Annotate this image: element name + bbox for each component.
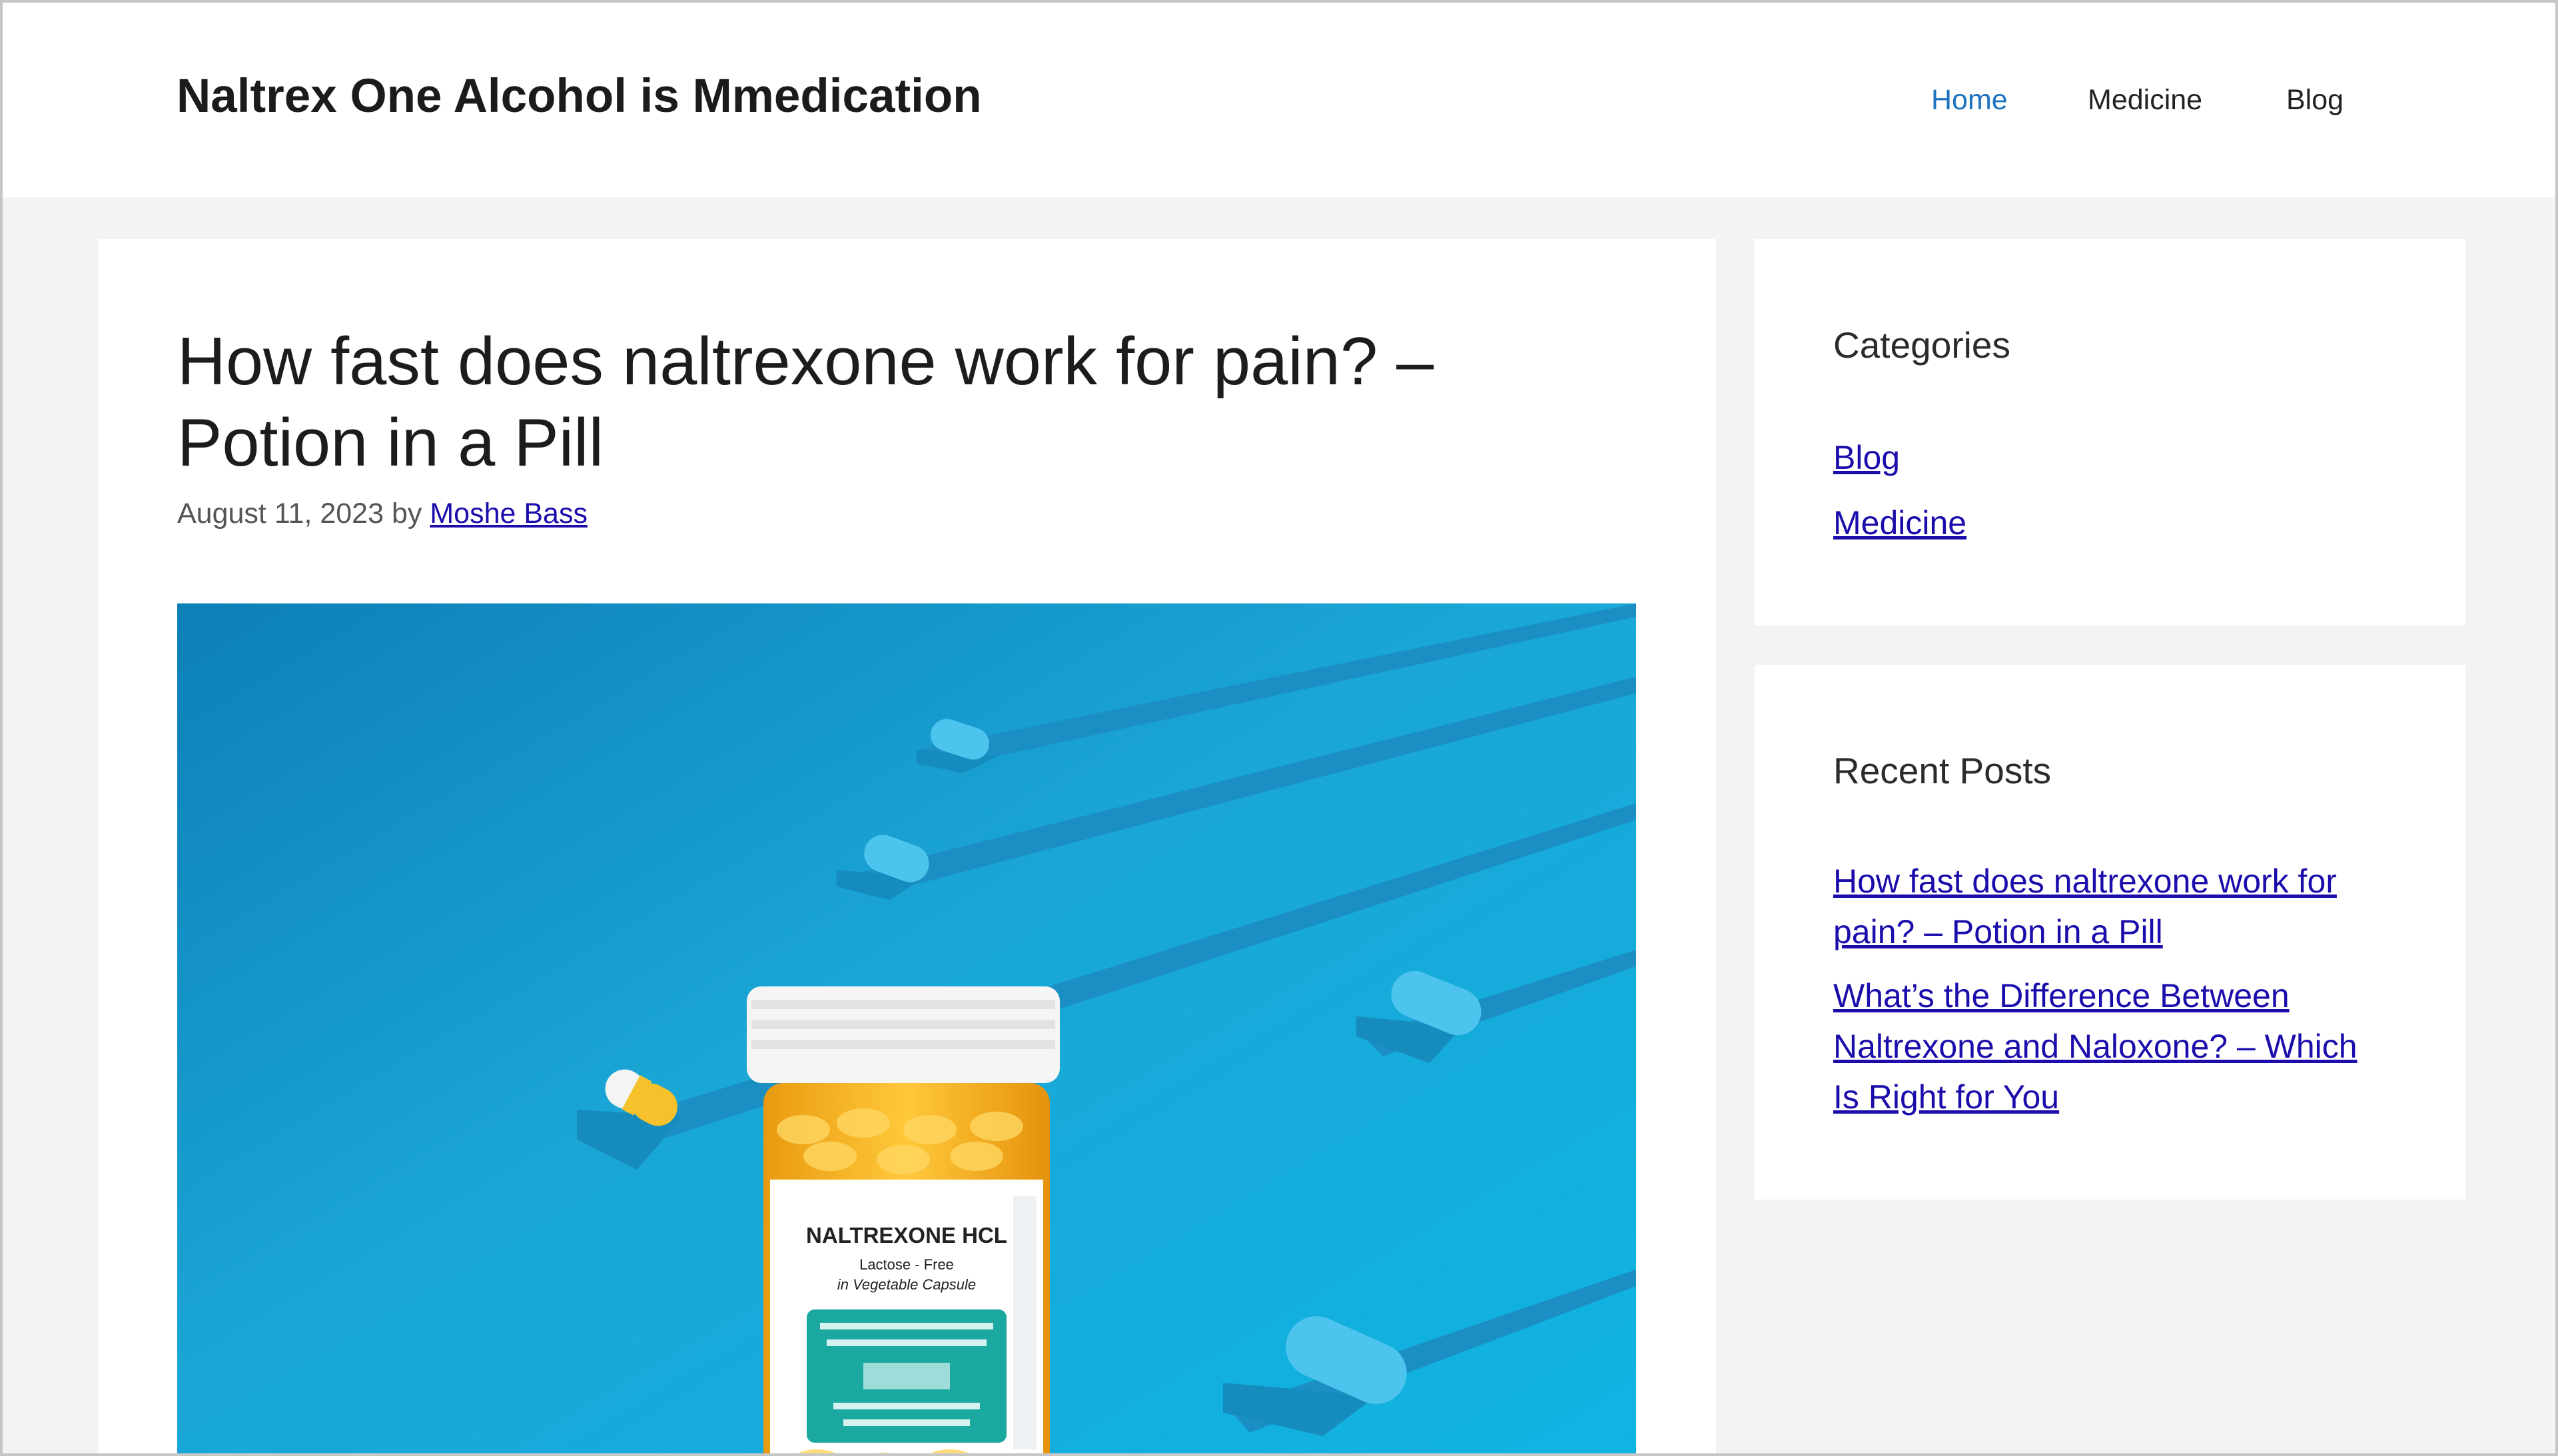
pill-bottle: NALTREXONE HCL Lactose - Free in Vegetab…	[747, 986, 1060, 1453]
featured-image: NALTREXONE HCL Lactose - Free in Vegetab…	[177, 603, 1636, 1453]
nav-item-medicine[interactable]: Medicine	[2088, 84, 2202, 117]
bottle-label-line2: Lactose - Free	[859, 1256, 954, 1273]
category-link-blog[interactable]: Blog	[1833, 439, 1900, 476]
list-item: How fast does naltrexone work for pain? …	[1833, 856, 2386, 957]
recent-post-link[interactable]: How fast does naltrexone work for pain? …	[1833, 863, 2337, 950]
browser-viewport: Naltrex One Alcohol is Mmedication Home …	[0, 0, 2558, 1456]
site-title-link[interactable]: Naltrex One Alcohol is Mmedication	[177, 69, 982, 123]
nav-item-home[interactable]: Home	[1931, 84, 2008, 117]
bottle-label-line1: NALTREXONE HCL	[806, 1223, 1007, 1248]
list-item: Blog	[1833, 432, 1966, 483]
post-author-link[interactable]: Moshe Bass	[430, 498, 588, 530]
recent-posts-title: Recent Posts	[1833, 750, 2052, 791]
featured-image-illustration: NALTREXONE HCL Lactose - Free in Vegetab…	[177, 603, 1636, 1453]
recent-posts-widget: Recent Posts How fast does naltrexone wo…	[1755, 665, 2465, 1200]
post-meta: August 11, 2023 by Moshe Bass	[177, 498, 588, 530]
post-article: How fast does naltrexone work for pain? …	[99, 239, 1716, 1453]
categories-list: Blog Medicine	[1833, 432, 1966, 563]
categories-widget: Categories Blog Medicine	[1755, 239, 2465, 625]
recent-posts-list: How fast does naltrexone work for pain? …	[1833, 856, 2386, 1136]
category-link-medicine[interactable]: Medicine	[1833, 504, 1966, 542]
post-by: by	[391, 498, 422, 530]
list-item: What’s the Difference Between Naltrexone…	[1833, 970, 2386, 1122]
site-header: Naltrex One Alcohol is Mmedication Home …	[3, 3, 2555, 197]
nav-item-blog[interactable]: Blog	[2286, 84, 2344, 117]
post-date: August 11, 2023	[177, 498, 384, 530]
recent-post-link[interactable]: What’s the Difference Between Naltrexone…	[1833, 977, 2357, 1116]
categories-title: Categories	[1833, 324, 2010, 366]
list-item: Medicine	[1833, 498, 1966, 548]
post-title: How fast does naltrexone work for pain? …	[177, 324, 1434, 480]
bottle-label-line3: in Vegetable Capsule	[837, 1276, 976, 1293]
